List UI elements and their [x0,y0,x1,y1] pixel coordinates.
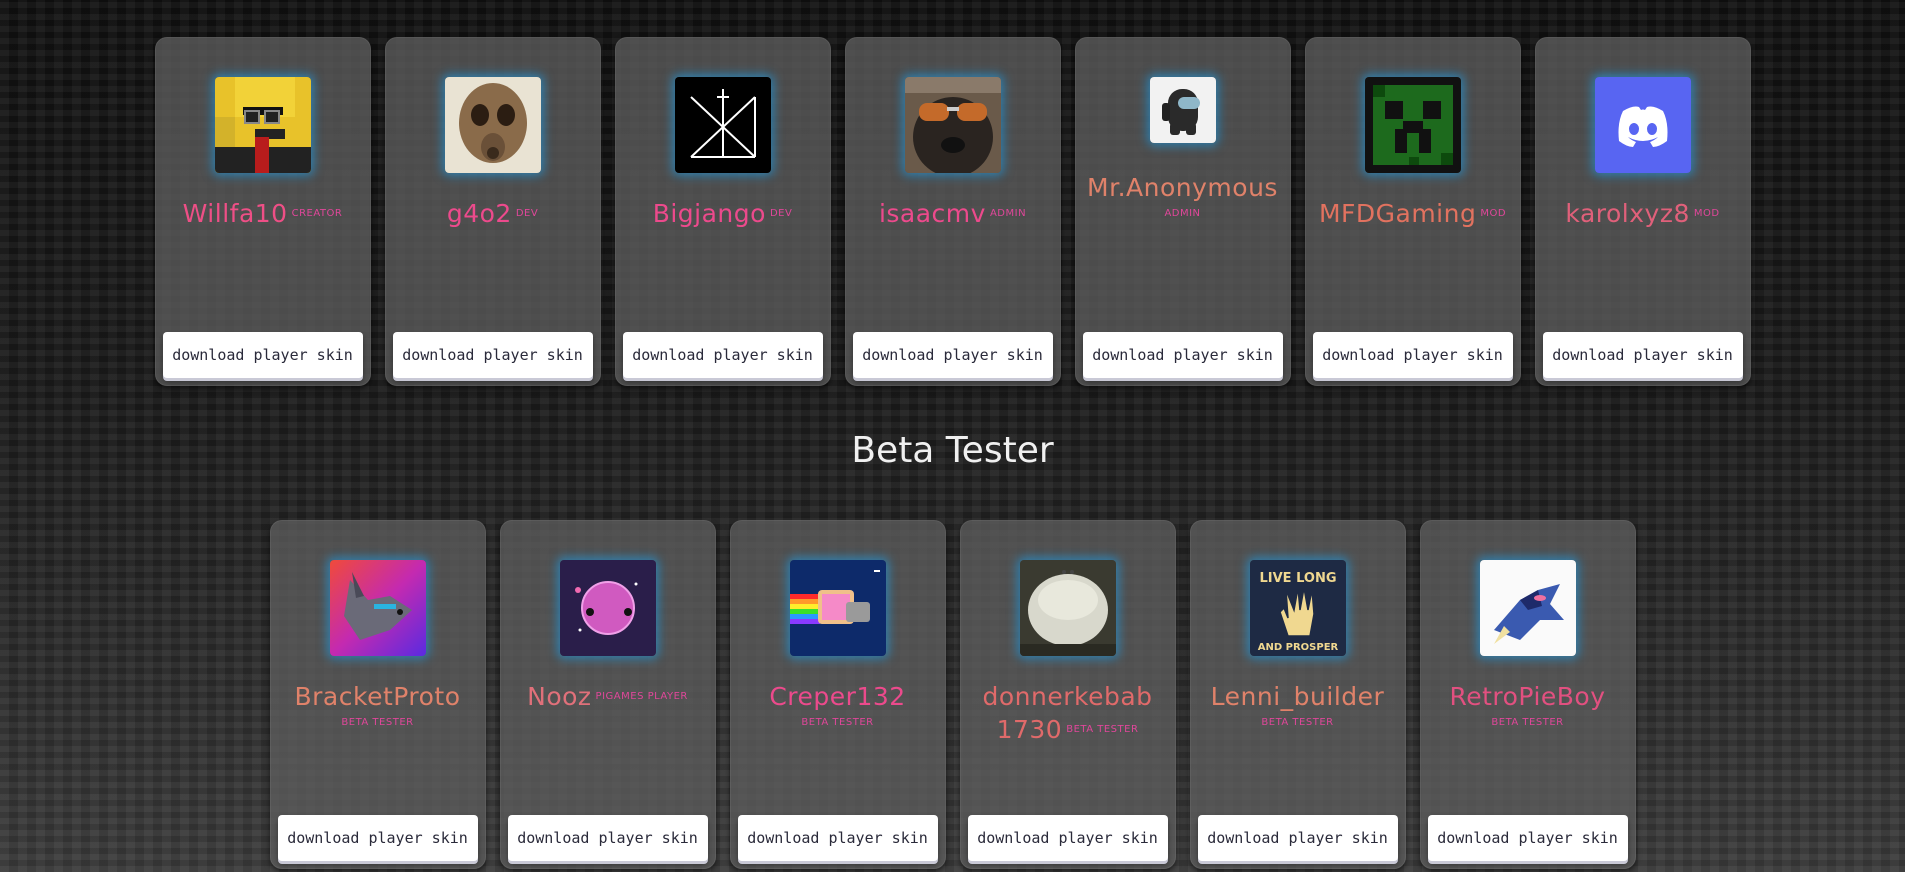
staff-card: Bigjango DEV download player skin [614,37,831,386]
member-username: g4o2 [446,199,512,228]
beta-card: donnerkebab 1730 BETA TESTER download play… [959,520,1176,869]
member-role-badge: MOD [1480,207,1507,219]
member-username: Mr.Anonymous [1087,173,1278,202]
member-username: Nooz [527,682,592,711]
staff-card: isaacmv ADMIN download player skin [844,37,1061,386]
member-username: MFDGaming [1318,199,1477,228]
download-player-skin-button[interactable]: download player skin [967,815,1168,861]
beta-card: Creper132 BETA TESTER download player skin [729,520,946,869]
download-player-skin-button[interactable]: download player skin [507,815,708,861]
member-username: karolxyz8 [1565,199,1690,228]
green-creeper-face-avatar [1364,77,1461,173]
discord-logo-avatar [1594,77,1691,173]
member-name-block: isaacmv ADMIN [851,199,1055,232]
beta-tester-card-row: BracketProto BETA TESTER download player s… [0,520,1905,869]
beta-card: Nooz PIGAMES PLAYER download player skin [499,520,716,869]
beta-card: RetroPieBoy BETA TESTER download player sk… [1419,520,1636,869]
member-role-badge: PIGAMES PLAYER [595,690,688,702]
member-name-block: donnerkebab 1730 BETA TESTER [966,682,1170,748]
member-role-badge: MOD [1693,207,1720,219]
staff-card: Mr.Anonymous ADMIN download player skin [1074,37,1291,386]
download-player-skin-button[interactable]: download player skin [1197,815,1398,861]
dog-sunglasses-avatar [904,77,1001,173]
member-name-block: g4o2 DEV [391,199,595,232]
staff-card: Willfa10 CREATOR download player skin [154,37,371,386]
member-name-block: karolxyz8 MOD [1541,199,1745,232]
member-name-block: Willfa10 CREATOR [161,199,365,232]
yellow-pixel-character-avatar [214,77,311,173]
download-player-skin-button[interactable]: download player skin [852,332,1053,378]
download-player-skin-button[interactable]: download player skin [1312,332,1513,378]
staff-card: g4o2 DEV download player skin [384,37,601,386]
download-player-skin-button[interactable]: download player skin [1082,332,1283,378]
member-role-badge: BETA TESTER [1261,717,1334,728]
member-username: Bigjango [652,199,766,228]
member-username: Lenni_builder [1210,682,1385,711]
member-name-block: Mr.Anonymous ADMIN [1081,173,1285,222]
section-heading: Beta Tester [851,430,1054,471]
member-role-badge: BETA TESTER [1491,717,1564,728]
pink-planet-avatar [559,560,656,656]
member-role-badge: ADMIN [1164,208,1201,219]
member-role-badge: DEV [515,207,539,219]
member-role-badge: BETA TESTER [341,717,414,728]
wolf-character-avatar [329,560,426,656]
svg-text:AND PROSPER: AND PROSPER [1257,642,1338,653]
live-long-and-prosper-avatar: LIVE LONG AND PROSPER [1249,560,1346,656]
download-player-skin-button[interactable]: download player skin [1427,815,1628,861]
member-name-block: Creper132 BETA TESTER [736,682,940,731]
download-player-skin-button[interactable]: download player skin [392,332,593,378]
member-username: isaacmv [878,199,986,228]
staff-card: MFDGaming MOD download player skin [1304,37,1521,386]
member-role-badge: ADMIN [989,207,1027,219]
member-name-block: MFDGaming MOD [1311,199,1515,232]
gas-mask-face-avatar [444,77,541,173]
download-player-skin-button[interactable]: download player skin [277,815,478,861]
member-role-badge: DEV [769,207,793,219]
member-username: Willfa10 [182,199,288,228]
member-username: Creper132 [769,682,906,711]
beta-card: BracketProto BETA TESTER download player s… [269,520,486,869]
member-role-badge: BETA TESTER [1066,723,1139,735]
among-us-crewmate-avatar [1149,77,1216,143]
member-name-block: Lenni_builder BETA TESTER [1196,682,1400,731]
download-player-skin-button[interactable]: download player skin [737,815,938,861]
download-player-skin-button[interactable]: download player skin [622,332,823,378]
member-name-block: Bigjango DEV [621,199,825,232]
staff-card: karolxyz8 MOD download player skin [1534,37,1751,386]
greninja-avatar [1479,560,1576,656]
member-username: BracketProto [294,682,461,711]
member-name-block: RetroPieBoy BETA TESTER [1426,682,1630,731]
beta-card: LIVE LONG AND PROSPER Lenni_builder BETA TE… [1189,520,1406,869]
svg-text:LIVE LONG: LIVE LONG [1259,571,1336,586]
member-role-badge: CREATOR [291,207,343,219]
staff-card-row: Willfa10 CREATOR download player skin g4o2 D… [0,37,1905,386]
member-username: RetroPieBoy [1449,682,1606,711]
white-blob-avatar [1019,560,1116,656]
member-name-block: BracketProto BETA TESTER [276,682,480,731]
nyan-cat-avatar [789,560,886,656]
download-player-skin-button[interactable]: download player skin [1542,332,1743,378]
member-name-block: Nooz PIGAMES PLAYER [506,682,710,715]
member-role-badge: BETA TESTER [801,717,874,728]
geometric-logo-avatar [674,77,771,173]
download-player-skin-button[interactable]: download player skin [162,332,363,378]
